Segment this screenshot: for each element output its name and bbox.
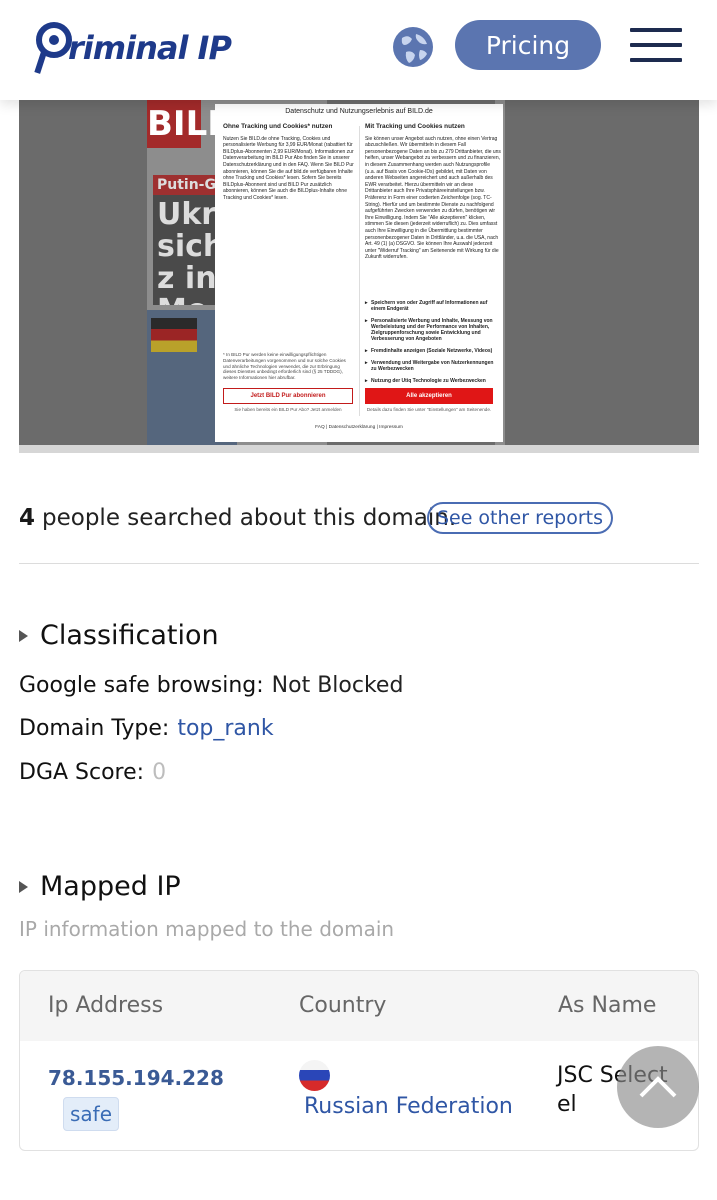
preview-bottom-bar [19, 445, 699, 453]
caret-right-icon [19, 629, 28, 642]
consent-footer-links: FAQ | Datenschutzerklärung | Impressum [315, 425, 403, 430]
consent-purpose-item: Nutzung der Utiq Technologie zu Werbezwe… [365, 378, 495, 384]
google-safe-browsing-row: Google safe browsing: Not Blocked [19, 673, 403, 698]
column-country: Country [299, 993, 387, 1018]
search-count-row: 4 people searched about this domain. [19, 500, 456, 536]
consent-left-column: Ohne Tracking und Cookies* nutzen Nutzen… [223, 123, 359, 202]
consent-right-note: Details dazu finden Sie unter "Einstellu… [366, 407, 492, 412]
consent-modal-title: Datenschutz und Nutzungserlebnis auf BIL… [285, 108, 433, 115]
consent-footnote: * In BILD Pur werden keine einwilligungs… [223, 352, 346, 381]
consent-left-heading: Ohne Tracking und Cookies* nutzen [223, 123, 333, 130]
consent-right-body: Sie können unser Angebot auch nutzen, oh… [365, 135, 501, 261]
logo[interactable]: riminal IP [34, 20, 232, 76]
subscribe-button: Jetzt BILD Pur abonnieren [223, 388, 353, 404]
section-divider [19, 563, 699, 564]
domain-type-value[interactable]: top_rank [177, 716, 273, 741]
domain-type-row: Domain Type: top_rank [19, 716, 274, 741]
mapped-ip-header[interactable]: Mapped IP [19, 871, 181, 902]
search-count-text: people searched about this domain. [42, 505, 457, 531]
globe-icon[interactable] [392, 26, 434, 68]
consent-purpose-item: Verwendung und Weitergabe von Nutzerkenn… [365, 360, 495, 372]
consent-left-note: Sie haben bereits ein BILD Pur Abo? Jetz… [234, 407, 342, 412]
consent-right-column: Mit Tracking und Cookies nutzen Sie könn… [365, 123, 501, 261]
consent-purpose-item: Speichern von oder Zugriff auf Informati… [365, 300, 495, 312]
consent-modal: Datenschutz und Nutzungserlebnis auf BIL… [215, 104, 503, 442]
ip-address-link[interactable]: 78.155.194.228 [48, 1066, 224, 1090]
chevron-up-icon [639, 1076, 677, 1098]
classification-header[interactable]: Classification [19, 620, 219, 651]
bild-logo: BILD [147, 100, 235, 148]
column-ip-address: Ip Address [48, 993, 164, 1018]
preview-flag-image [151, 318, 197, 352]
site-header: riminal IP Pricing [0, 0, 717, 100]
caret-right-icon [19, 880, 28, 893]
see-other-reports-button[interactable]: See other reports [427, 502, 613, 534]
logo-text: riminal IP [68, 29, 232, 67]
table-header: Ip Address Country As Name [20, 971, 698, 1041]
consent-purpose-item: Personalisierte Werbung und Inhalte, Mes… [365, 318, 495, 342]
mapped-ip-title: Mapped IP [40, 871, 181, 902]
dga-score-row: DGA Score: 0 [19, 760, 166, 785]
pricing-button[interactable]: Pricing [455, 20, 601, 70]
mapped-ip-table: Ip Address Country As Name 78.155.194.22… [19, 970, 699, 1151]
scroll-to-top-button[interactable] [617, 1046, 699, 1128]
classification-title: Classification [40, 620, 219, 651]
google-safe-browsing-value: Not Blocked [271, 673, 404, 698]
consent-purpose-list: Speichern von oder Zugriff auf Informati… [365, 300, 495, 390]
domain-type-label: Domain Type: [19, 716, 170, 741]
logo-mark-icon [34, 20, 74, 76]
consent-left-body: Nutzen Sie BILD.de ohne Tracking, Cookie… [223, 135, 354, 201]
consent-modal-divider [359, 126, 360, 416]
column-as-name: As Name [558, 993, 657, 1018]
russia-flag-icon [299, 1060, 330, 1091]
consent-purpose-item: Fremdinhalte anzeigen (Soziale Netzwerke… [365, 348, 495, 354]
consent-right-heading: Mit Tracking und Cookies nutzen [365, 123, 465, 130]
safe-badge: safe [63, 1097, 119, 1131]
google-safe-browsing-label: Google safe browsing: [19, 673, 264, 698]
accept-all-button: Alle akzeptieren [365, 388, 493, 404]
search-count: 4 [19, 505, 36, 531]
mapped-ip-subtitle: IP information mapped to the domain [19, 917, 395, 941]
hamburger-menu-icon[interactable] [630, 28, 682, 62]
country-link[interactable]: Russian Federation [304, 1094, 513, 1119]
dga-score-label: DGA Score: [19, 760, 145, 785]
domain-screenshot-preview: BILD Putin-Gen Ukrai sich z in Mo Datens… [19, 100, 699, 445]
dga-score-value: 0 [152, 760, 167, 785]
